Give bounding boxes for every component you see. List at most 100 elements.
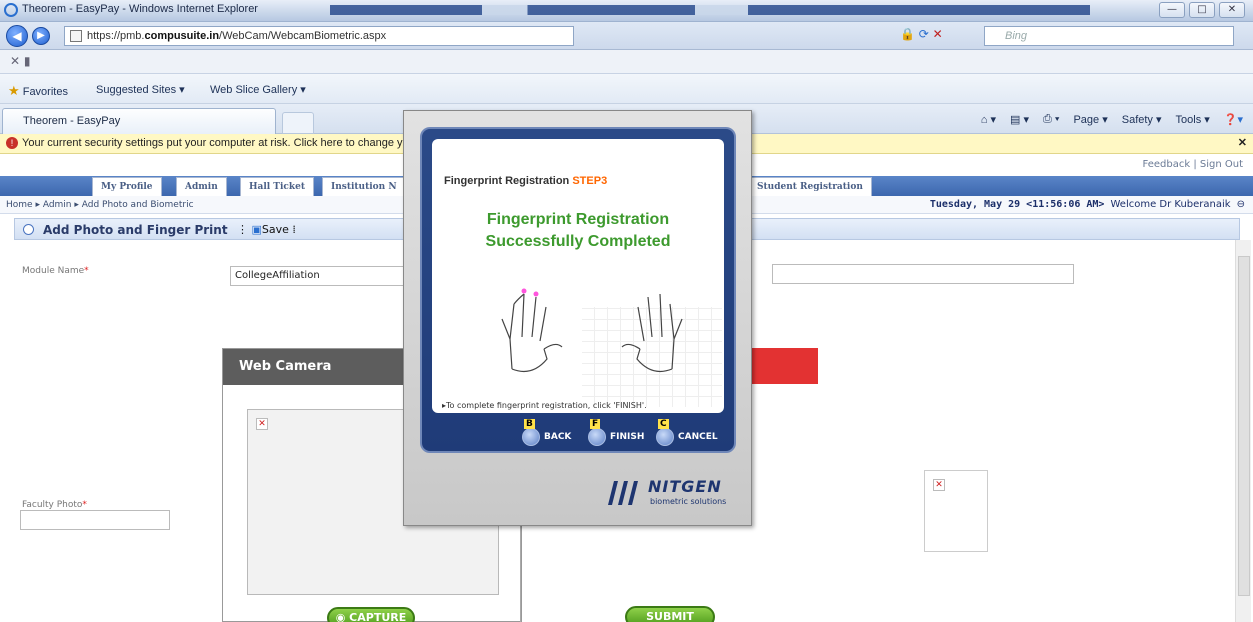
address-bar-row: ◀ ▶ https://pmb.compusuite.in/WebCam/Web… xyxy=(0,22,1253,50)
faculty-photo-field[interactable] xyxy=(20,510,170,530)
finish-check-icon xyxy=(588,428,606,446)
module-name-field[interactable]: CollegeAffiliation xyxy=(230,266,410,286)
submit-label: SUBMIT xyxy=(646,610,694,622)
date-text: Tuesday, May 29 <11:56:06 AM> xyxy=(929,199,1105,210)
dialog-buttons: B BACK F FINISH C CANCEL xyxy=(422,419,734,451)
back-icon[interactable]: ◀ xyxy=(6,25,28,47)
favorites-label: Favorites xyxy=(22,86,68,98)
favorites-button[interactable]: ★ Favorites xyxy=(8,83,68,99)
success-message: Fingerprint Registration Successfully Co… xyxy=(432,209,724,253)
ie-logo-icon xyxy=(4,3,18,17)
save-button[interactable]: ⋮ ▣Save ⁞ xyxy=(237,223,296,236)
forward-icon[interactable]: ▶ xyxy=(32,27,50,45)
cancel-label: CANCEL xyxy=(678,432,718,442)
cancel-x-icon xyxy=(656,428,674,446)
menu-institution[interactable]: Institution N xyxy=(322,177,406,196)
search-placeholder: Bing xyxy=(1005,30,1028,42)
stop-icon[interactable]: ✕ xyxy=(933,27,943,41)
menu-hall-ticket[interactable]: Hall Ticket xyxy=(240,177,315,196)
address-tools: 🔒 ⟳ ✕ xyxy=(900,27,943,41)
titlebar-decoration xyxy=(330,5,1090,15)
cancel-button[interactable]: C CANCEL xyxy=(656,419,718,447)
back-arrow-icon xyxy=(522,428,540,446)
success-line-2: Successfully Completed xyxy=(485,233,671,250)
save-label: Save xyxy=(261,223,289,236)
finish-hotkey: F xyxy=(590,419,601,429)
fingerprint-dialog: Fingerprint Registration STEP3 Fingerpri… xyxy=(403,110,752,526)
back-hotkey: B xyxy=(524,419,535,429)
module-name-label: Module Name* xyxy=(22,266,89,276)
section-title: Add Photo and Finger Print xyxy=(43,223,228,237)
command-row: ✕ ▮ xyxy=(0,50,1253,74)
scrollbar-thumb[interactable] xyxy=(1238,256,1250,596)
web-slice-gallery-link[interactable]: Web Slice Gallery ▾ xyxy=(210,83,306,96)
finish-label: FINISH xyxy=(610,432,645,442)
menu-my-profile[interactable]: My Profile xyxy=(92,177,162,196)
help-icon[interactable]: ❓▾ xyxy=(1224,113,1243,126)
infobar-close-icon[interactable]: ✕ xyxy=(1238,136,1247,149)
nitgen-logo: NITGEN biometric solutions xyxy=(604,473,744,513)
dialog-content: Fingerprint Registration STEP3 Fingerpri… xyxy=(432,139,724,413)
broken-image-icon: ✕ xyxy=(256,418,268,430)
step-title: Fingerprint Registration STEP3 xyxy=(444,175,608,187)
new-tab-button[interactable] xyxy=(282,112,314,134)
capture-label: CAPTURE xyxy=(349,611,407,622)
safety-menu[interactable]: Safety ▾ xyxy=(1122,113,1162,126)
back-label: BACK xyxy=(544,432,572,442)
command-bar: ⌂ ▾ ▤ ▾ ⎙ ▾ Page ▾ Safety ▾ Tools ▾ ❓▾ xyxy=(981,113,1243,126)
address-input[interactable]: https://pmb.compusuite.in/WebCam/WebcamB… xyxy=(64,26,574,46)
instruction-text: ▸To complete fingerprint registration, c… xyxy=(442,401,647,410)
tab-label: Theorem - EasyPay xyxy=(23,115,121,127)
signout-link[interactable]: Sign Out xyxy=(1200,159,1243,170)
window-titlebar: Theorem - EasyPay - Windows Internet Exp… xyxy=(0,0,1253,22)
faculty-photo-label: Faculty Photo* xyxy=(22,500,87,510)
cancel-hotkey: C xyxy=(658,419,669,429)
page-icon xyxy=(70,30,82,42)
save-icon: ▣ xyxy=(251,223,262,236)
welcome-text: Welcome Dr Kuberanaik xyxy=(1110,199,1231,210)
finish-button[interactable]: F FINISH xyxy=(588,419,645,447)
hands-illustration-icon xyxy=(501,288,683,372)
search-input[interactable]: Bing xyxy=(984,26,1234,46)
close-toolbar-icon[interactable]: ✕ ▮ xyxy=(10,54,30,68)
datetime-welcome: Tuesday, May 29 <11:56:06 AM> Welcome Dr… xyxy=(930,199,1245,210)
infobar-text: Your current security settings put your … xyxy=(22,137,403,149)
warning-shield-icon: ! xyxy=(6,137,18,149)
back-button[interactable]: B BACK xyxy=(522,419,572,447)
maximize-button[interactable]: □ xyxy=(1189,2,1215,18)
url-path: /WebCam/WebcamBiometric.aspx xyxy=(219,30,387,42)
page-menu[interactable]: Page ▾ xyxy=(1073,113,1107,126)
minimize-button[interactable]: — xyxy=(1159,2,1185,18)
suggested-sites-link[interactable]: Suggested Sites ▾ xyxy=(96,83,185,96)
menu-student-registration[interactable]: Student Registration xyxy=(748,177,872,196)
nitgen-sub: biometric solutions xyxy=(650,497,727,506)
home-icon[interactable]: ⌂ ▾ xyxy=(981,113,996,126)
collapse-icon[interactable]: ⊖ xyxy=(1237,199,1245,210)
success-line-1: Fingerprint Registration xyxy=(486,211,670,228)
favorites-bar: ★ Favorites Suggested Sites ▾ Web Slice … xyxy=(0,74,1253,104)
submit-button[interactable]: SUBMIT xyxy=(625,606,715,622)
refresh-icon[interactable]: ⟳ xyxy=(919,27,929,41)
section-toggle-icon[interactable] xyxy=(23,224,34,235)
nitgen-brand: NITGEN xyxy=(648,477,722,496)
star-icon: ★ xyxy=(8,83,20,98)
menu-admin[interactable]: Admin xyxy=(176,177,227,196)
feedback-link[interactable]: Feedback xyxy=(1143,159,1191,170)
page-scrollbar[interactable] xyxy=(1235,240,1251,622)
tab-theorem[interactable]: Theorem - EasyPay xyxy=(2,108,276,134)
feeds-icon[interactable]: ▤ ▾ xyxy=(1010,113,1029,126)
url-prefix: https://pmb. xyxy=(87,30,145,42)
right-text-field[interactable] xyxy=(772,264,1074,284)
photo-preview: ✕ xyxy=(924,470,988,552)
breadcrumb: Home ▸ Admin ▸ Add Photo and Biometric xyxy=(6,200,194,210)
print-icon[interactable]: ⎙ ▾ xyxy=(1043,113,1059,126)
window-title: Theorem - EasyPay - Windows Internet Exp… xyxy=(22,3,258,15)
module-name-value: CollegeAffiliation xyxy=(235,270,320,281)
url-domain: compusuite.in xyxy=(144,30,220,42)
capture-button[interactable]: ◉ CAPTURE xyxy=(327,607,415,622)
close-button[interactable]: ✕ xyxy=(1219,2,1245,18)
camera-icon: ◉ xyxy=(335,611,350,622)
tools-menu[interactable]: Tools ▾ xyxy=(1176,113,1210,126)
nitgen-mark-icon xyxy=(608,481,638,505)
lock-icon[interactable]: 🔒 xyxy=(900,27,915,41)
